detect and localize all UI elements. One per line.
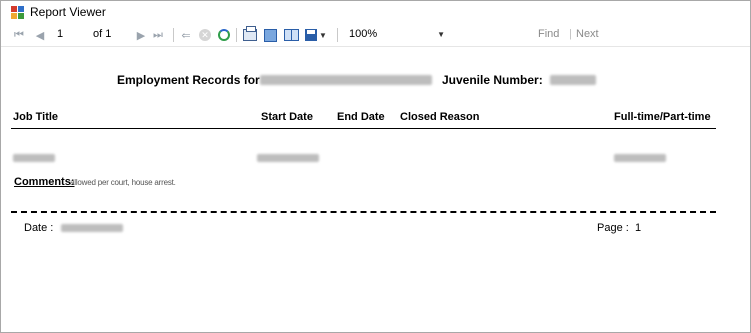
toolbar-separator <box>236 28 237 42</box>
redacted-juvenile-number <box>550 75 596 85</box>
app-icon <box>11 5 24 19</box>
last-page-icon[interactable]: ⏭ <box>151 26 165 44</box>
find-next-button[interactable]: Next <box>576 26 599 43</box>
print-icon[interactable] <box>242 26 258 44</box>
redacted-job-title <box>13 154 55 162</box>
zoom-select[interactable]: 100% ▼ <box>347 26 449 43</box>
find-separator: | <box>569 28 572 40</box>
chevron-down-icon: ▼ <box>319 30 327 40</box>
column-header-job-title: Job Title <box>13 111 59 123</box>
first-page-icon[interactable]: ⏮ <box>12 26 26 44</box>
footer-page-label: Page : 1 <box>597 222 641 234</box>
comments-value: allowed per court, house arrest. <box>70 178 176 187</box>
comments-label: Comments: <box>14 176 75 188</box>
chevron-down-icon: ▼ <box>437 30 445 39</box>
report-header: Employment Records for Juvenile Number: <box>1 73 750 87</box>
export-icon[interactable]: ▼ <box>305 26 327 44</box>
header-rule <box>11 128 716 129</box>
toolbar: ⏮ ◀ 1 of 1 ▶ ⏭ ⇐ ✕ ▼ 100% ▼ Find | Next <box>1 23 750 47</box>
column-header-full-part-time: Full-time/Part-time <box>614 111 711 123</box>
footer-page-number: 1 <box>634 222 642 234</box>
current-page-input[interactable]: 1 <box>55 26 87 43</box>
redacted-start-date <box>257 154 319 162</box>
column-header-end-date: End Date <box>337 111 385 123</box>
redacted-employment-type <box>614 154 666 162</box>
column-header-start-date: Start Date <box>261 111 313 123</box>
footer-page-prefix: Page : <box>597 222 629 234</box>
column-header-closed-reason: Closed Reason <box>400 111 480 123</box>
next-page-icon[interactable]: ▶ <box>134 26 148 44</box>
toolbar-separator <box>337 28 338 42</box>
title-bar: Report Viewer <box>1 1 750 23</box>
find-input[interactable] <box>457 26 532 43</box>
report-title: Employment Records for <box>117 73 260 87</box>
toolbar-separator <box>173 28 174 42</box>
find-button[interactable]: Find <box>538 26 559 43</box>
page-footer-divider <box>11 211 716 213</box>
zoom-value: 100% <box>349 28 378 40</box>
juvenile-number-label: Juvenile Number: <box>442 73 543 87</box>
print-layout-icon[interactable] <box>263 26 277 44</box>
redacted-name <box>260 75 432 85</box>
report-page: Employment Records for Juvenile Number: … <box>1 48 750 332</box>
page-of-label: of 1 <box>93 28 112 40</box>
stop-icon[interactable]: ✕ <box>198 26 212 44</box>
window-title: Report Viewer <box>30 5 106 19</box>
back-icon[interactable]: ⇐ <box>179 26 193 44</box>
report-viewer-window: Report Viewer ⏮ ◀ 1 of 1 ▶ ⏭ ⇐ ✕ ▼ 100% … <box>0 0 751 333</box>
refresh-icon[interactable] <box>217 26 231 44</box>
previous-page-icon[interactable]: ◀ <box>33 26 47 44</box>
footer-date-label: Date : <box>24 222 54 234</box>
redacted-date <box>61 224 123 232</box>
page-setup-icon[interactable] <box>283 26 299 44</box>
